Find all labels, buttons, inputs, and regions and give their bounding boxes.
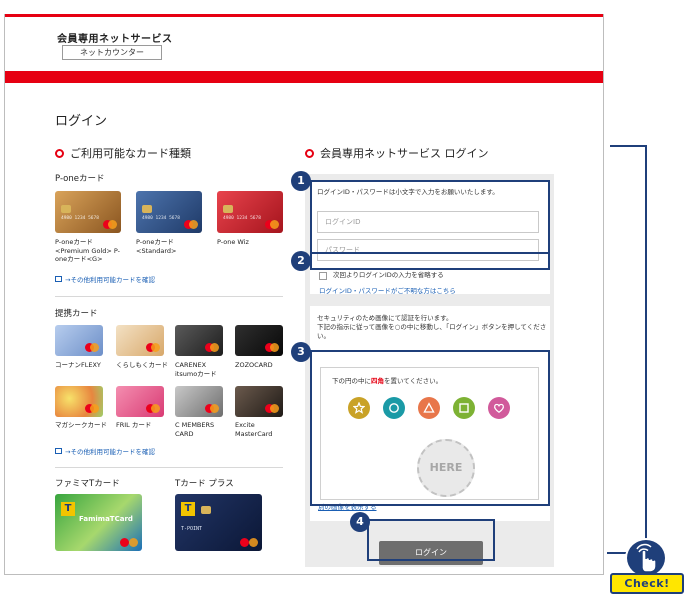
kurashi-card-image xyxy=(116,325,164,356)
step-badge-2: 2 xyxy=(291,251,311,271)
kurashi-caption: くらしもくカード xyxy=(116,361,168,369)
external-link-icon xyxy=(55,448,62,454)
pone-group-label: P-oneカード xyxy=(55,174,105,184)
excite-caption: Excite MasterCard xyxy=(235,421,273,438)
step-badge-4: 4 xyxy=(350,512,370,532)
pone-wiz-card-image: 4980 1234 5678 xyxy=(217,191,283,233)
pone-wiz-caption: P-one Wiz xyxy=(217,238,249,246)
fril-card-image xyxy=(116,386,164,417)
magaseek-caption: マガシークカード xyxy=(55,421,107,429)
security-text: セキュリティのため画像にて認証を行います。 下記の指示に従って画像を○の中に移動… xyxy=(317,314,547,340)
page-title: ログイン xyxy=(55,114,108,129)
connector-line xyxy=(607,552,627,554)
check-button[interactable]: Check! xyxy=(610,573,684,594)
remember-checkbox[interactable] xyxy=(319,272,327,280)
connector-line xyxy=(645,145,647,543)
external-link-icon xyxy=(55,276,62,282)
divider xyxy=(55,467,283,468)
highlight-box-4 xyxy=(367,519,495,561)
t-card-plus-image: T T-POINT xyxy=(175,494,262,551)
divider xyxy=(55,296,283,297)
ring-bullet-icon xyxy=(305,148,314,158)
konan-flexy-caption: コーナンFLEXY xyxy=(55,361,101,369)
pone-gold-card-image: 4980 1234 5678 xyxy=(55,191,121,233)
famima-t-card-image: T FamimaTCard xyxy=(55,494,142,551)
fril-caption: FRIL カード xyxy=(116,421,152,429)
mastercard-logo-icon xyxy=(103,220,117,229)
partner-group-label: 提携カード xyxy=(55,309,98,319)
brand-title: 会員専用ネットサービス xyxy=(57,34,173,45)
red-header-band xyxy=(5,71,603,83)
excite-card-image xyxy=(235,386,283,417)
forgot-credentials-link[interactable]: ログインID・パスワードがご不明な方はこちら xyxy=(319,287,456,296)
tcard-card-text: T-POINT xyxy=(181,526,203,532)
top-accent-bar xyxy=(5,14,603,17)
konan-flexy-card-image xyxy=(55,325,103,356)
famima-card-text: FamimaTCard xyxy=(79,515,133,523)
other-partner-cards-link-text: →その他利用可能カードを確認 xyxy=(65,448,155,456)
step-badge-3: 3 xyxy=(291,342,311,362)
card-types-heading: ご利用可能なカード種類 xyxy=(55,145,191,161)
carenex-card-image xyxy=(175,325,223,356)
c-members-caption: C MEMBERS CARD xyxy=(175,421,215,438)
other-pone-cards-link[interactable]: →その他利用可能カードを確認 xyxy=(55,274,155,284)
step-badge-1: 1 xyxy=(291,171,311,191)
tcard-label: Tカード プラス xyxy=(175,479,234,489)
pone-standard-caption: P-oneカード <Standard> xyxy=(136,238,177,255)
pone-standard-card-image: 4980 1234 5678 xyxy=(136,191,202,233)
ring-bullet-icon xyxy=(55,148,64,158)
connector-line xyxy=(610,145,646,147)
mastercard-logo-icon xyxy=(265,220,279,229)
famima-label: ファミマTカード xyxy=(55,479,120,489)
highlight-box-3 xyxy=(310,350,550,506)
magaseek-card-image xyxy=(55,386,103,417)
highlight-box-1 xyxy=(310,180,550,254)
t-logo-icon: T xyxy=(181,502,195,516)
pone-gold-caption: P-oneカード <Premium Gold> P-oneカード<G> xyxy=(55,238,121,263)
pointing-hand-icon xyxy=(625,538,667,578)
brand-subtitle-button[interactable]: ネットカウンター xyxy=(62,45,162,60)
mastercard-logo-icon xyxy=(184,220,198,229)
page-frame: 会員専用ネットサービス ネットカウンター ログイン ご利用可能なカード種類 P-… xyxy=(4,14,604,575)
zozocard-caption: ZOZOCARD xyxy=(235,361,273,369)
highlight-box-2 xyxy=(310,252,550,270)
zozocard-image xyxy=(235,325,283,356)
other-pone-cards-link-text: →その他利用可能カードを確認 xyxy=(65,276,155,284)
t-logo-icon: T xyxy=(61,502,75,516)
remember-label: 次回よりログインIDの入力を省略する xyxy=(333,271,444,279)
login-heading-text: 会員専用ネットサービス ログイン xyxy=(320,147,489,160)
c-members-card-image xyxy=(175,386,223,417)
carenex-caption: CARENEX itsumoカード xyxy=(175,361,217,378)
card-types-heading-text: ご利用可能なカード種類 xyxy=(70,147,191,160)
login-heading: 会員専用ネットサービス ログイン xyxy=(305,145,489,161)
other-partner-cards-link[interactable]: →その他利用可能カードを確認 xyxy=(55,446,155,456)
